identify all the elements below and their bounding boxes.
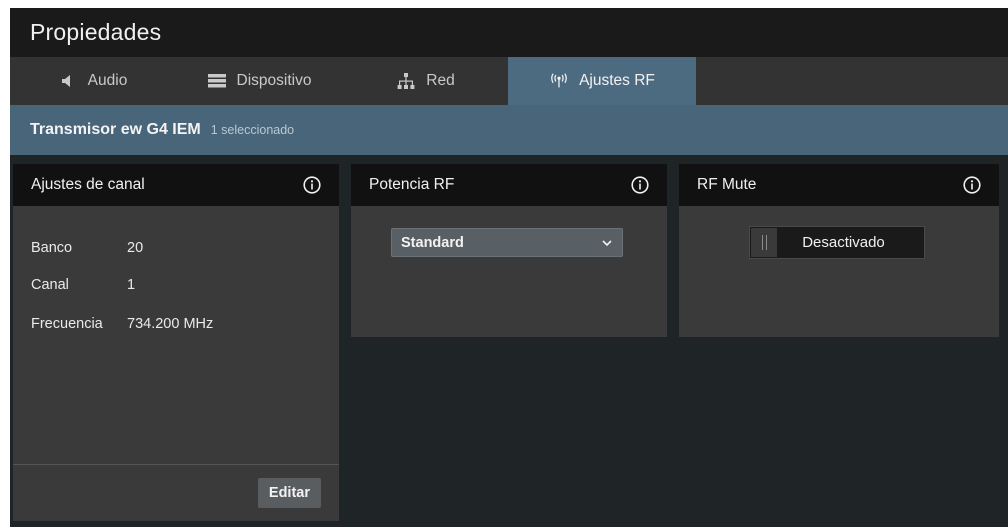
rf-mute-header: RF Mute [679,164,999,206]
channel-settings-panel: Ajustes de canal Banco 20 Canal 1 Frecue… [13,164,339,521]
channel-row: Canal 1 [31,277,135,293]
tab-dispositivo[interactable]: Dispositivo [175,57,343,105]
rf-mute-toggle[interactable]: Desactivado [749,226,925,259]
rf-mute-title: RF Mute [697,176,757,193]
rf-power-value: Standard [401,234,464,251]
info-icon[interactable] [303,176,321,194]
antenna-icon [549,71,569,91]
tab-red[interactable]: Red [343,57,508,105]
speaker-icon [58,71,78,91]
network-icon [396,71,416,91]
edit-button[interactable]: Editar [257,478,321,508]
info-icon[interactable] [963,176,981,194]
rf-power-panel: Potencia RF Standard [351,164,667,337]
chevron-down-icon [601,237,613,249]
device-icon [207,71,227,91]
bank-row: Banco 20 [31,240,143,256]
rf-mute-panel: RF Mute Desactivado [679,164,999,337]
window-title: Propiedades [30,19,162,45]
tab-bar: Audio Dispositivo Red Ajustes RF [10,57,1008,105]
channel-settings-title: Ajustes de canal [31,176,145,193]
tab-audio[interactable]: Audio [10,57,175,105]
info-icon[interactable] [631,176,649,194]
device-bar: Transmisor ew G4 IEM 1 seleccionado [10,105,1008,155]
rf-power-title: Potencia RF [369,176,455,193]
properties-window: Propiedades Audio Dispositivo Red Ajuste… [10,8,1008,527]
tab-ajustes-rf[interactable]: Ajustes RF [508,57,696,105]
tab-dispositivo-label: Dispositivo [236,72,312,89]
tab-audio-label: Audio [87,72,128,89]
selection-count: 1 seleccionado [210,123,295,137]
frequency-value: 734.200 MHz [127,316,214,332]
channel-settings-footer: Editar [13,464,339,521]
rf-power-header: Potencia RF [351,164,667,206]
title-bar: Propiedades [10,8,1008,57]
channel-value: 1 [127,277,136,293]
channel-settings-header: Ajustes de canal [13,164,339,206]
rf-mute-state: Desactivado [802,234,885,251]
rf-power-select[interactable]: Standard [391,228,623,257]
tab-ajustes-rf-label: Ajustes RF [579,72,655,89]
device-name: Transmisor ew G4 IEM [30,121,201,138]
toggle-knob[interactable] [751,228,777,257]
channel-label: Canal [31,277,69,293]
frequency-row: Frecuencia 734.200 MHz [31,316,213,332]
tab-red-label: Red [426,72,455,89]
frequency-label: Frecuencia [31,316,103,332]
bank-value: 20 [127,240,144,256]
bank-label: Banco [31,240,73,256]
